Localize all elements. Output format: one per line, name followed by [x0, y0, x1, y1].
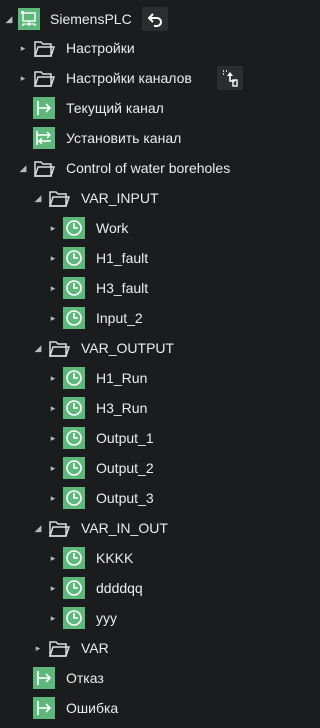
- tree-item-label: Output_3: [96, 490, 154, 506]
- expand-arrow-icon[interactable]: ▸: [48, 463, 58, 473]
- tree-item-label: ddddqq: [96, 580, 143, 596]
- folder-icon: [48, 637, 70, 659]
- collapse-arrow-icon[interactable]: ◢: [33, 343, 43, 353]
- tree-item-variable[interactable]: ▸ H3_fault: [0, 273, 301, 303]
- expand-arrow-icon[interactable]: ▸: [48, 553, 58, 563]
- tree-item-label: Настройки каналов: [66, 70, 192, 86]
- tree-item-current-channel[interactable]: Текущий канал: [0, 93, 301, 123]
- clock-icon: [63, 547, 85, 569]
- tree-item-label: Work: [96, 220, 129, 236]
- tree-item-variable[interactable]: ▸ Output_1: [0, 423, 301, 453]
- channel-arrow-icon: [33, 667, 55, 689]
- tree-item-var-in-out[interactable]: ◢ VAR_IN_OUT: [0, 513, 301, 543]
- expand-arrow-icon[interactable]: ▸: [18, 73, 28, 83]
- tree-item-label: VAR_OUTPUT: [81, 340, 175, 356]
- collapse-arrow-icon[interactable]: ◢: [18, 163, 28, 173]
- clock-icon: [63, 427, 85, 449]
- clock-icon: [63, 307, 85, 329]
- tree-item-label: VAR_IN_OUT: [81, 520, 168, 536]
- tree-item-label: VAR: [81, 640, 109, 656]
- tree-item-variable[interactable]: ▸ Output_3: [0, 483, 301, 513]
- tree-item-label: Установить канал: [66, 130, 182, 146]
- expand-arrow-icon[interactable]: ▸: [48, 253, 58, 263]
- tree-root-siemensplc[interactable]: ◢ SiemensPLC: [0, 4, 301, 34]
- tree-item-label: Отказ: [66, 670, 104, 686]
- tree-item-label: Input_2: [96, 310, 143, 326]
- tree-item-variable[interactable]: ▸ H1_Run: [0, 363, 301, 393]
- folder-open-icon: [48, 187, 70, 209]
- plc-network-icon: [18, 8, 40, 30]
- tree-item-var-input[interactable]: ◢ VAR_INPUT: [0, 183, 301, 213]
- folder-open-icon: [48, 337, 70, 359]
- tree-item-label: H3_fault: [96, 280, 149, 296]
- clock-icon: [63, 607, 85, 629]
- expand-arrow-icon[interactable]: ▸: [48, 583, 58, 593]
- expand-arrow-icon[interactable]: ▸: [48, 613, 58, 623]
- folder-icon: [33, 67, 55, 89]
- tree-item-variable[interactable]: ▸ H1_fault: [0, 243, 301, 273]
- tree-item-channel-settings[interactable]: ▸ Настройки каналов: [0, 63, 301, 93]
- tree-item-label: Ошибка: [66, 700, 119, 716]
- back-button[interactable]: [142, 7, 168, 31]
- clock-icon: [63, 217, 85, 239]
- collapse-arrow-icon[interactable]: ◢: [33, 193, 43, 203]
- tree-item-variable[interactable]: ▸ ddddqq: [0, 573, 301, 603]
- tree-root-label: SiemensPLC: [50, 11, 132, 27]
- tree-item-variable[interactable]: ▸ Input_2: [0, 303, 301, 333]
- tree-item-label: VAR_INPUT: [81, 190, 159, 206]
- clock-icon: [63, 277, 85, 299]
- tree-item-settings[interactable]: ▸ Настройки: [0, 33, 301, 63]
- clock-icon: [63, 577, 85, 599]
- tree-item-var-output[interactable]: ◢ VAR_OUTPUT: [0, 333, 301, 363]
- tree-item-label: Control of water boreholes: [66, 160, 231, 176]
- expand-arrow-icon[interactable]: ▸: [48, 373, 58, 383]
- set-channel-icon: [33, 127, 55, 149]
- folder-open-icon: [33, 157, 55, 179]
- expand-arrow-icon[interactable]: ▸: [18, 43, 28, 53]
- project-tree: ◢ SiemensPLC ▸ Настройки ▸ Настройки кан…: [0, 0, 301, 728]
- tree-item-label: Текущий канал: [66, 100, 164, 116]
- collapse-arrow-icon[interactable]: ◢: [33, 523, 43, 533]
- tree-item-label: H3_Run: [96, 400, 148, 416]
- folder-icon: [33, 37, 55, 59]
- expand-arrow-icon[interactable]: ▸: [48, 493, 58, 503]
- collapse-arrow-icon[interactable]: ◢: [4, 14, 14, 24]
- tree-item-label: yyy: [96, 610, 117, 626]
- channel-arrow-icon: [33, 97, 55, 119]
- tree-item-label: Output_1: [96, 430, 154, 446]
- channel-arrow-icon: [33, 697, 55, 719]
- tree-item-error[interactable]: Ошибка: [0, 693, 301, 723]
- tree-item-variable[interactable]: ▸ yyy: [0, 603, 301, 633]
- tree-item-label: Output_2: [96, 460, 154, 476]
- tree-item-label: Настройки: [66, 40, 135, 56]
- folder-open-icon: [48, 517, 70, 539]
- expand-arrow-icon[interactable]: ▸: [48, 313, 58, 323]
- channel-pick-button[interactable]: [217, 66, 243, 90]
- tree-item-set-channel[interactable]: Установить канал: [0, 123, 301, 153]
- expand-arrow-icon[interactable]: ▸: [33, 643, 43, 653]
- tree-item-var[interactable]: ▸ VAR: [0, 633, 301, 663]
- tree-item-failure[interactable]: Отказ: [0, 663, 301, 693]
- tree-item-label: KKKK: [96, 550, 134, 566]
- tree-item-label: H1_fault: [96, 250, 149, 266]
- tree-item-variable[interactable]: ▸ H3_Run: [0, 393, 301, 423]
- clock-icon: [63, 367, 85, 389]
- tree-item-variable[interactable]: ▸ KKKK: [0, 543, 301, 573]
- channel-pick-icon: [223, 70, 238, 87]
- tree-item-variable[interactable]: ▸ Work: [0, 213, 301, 243]
- expand-arrow-icon[interactable]: ▸: [48, 283, 58, 293]
- clock-icon: [63, 457, 85, 479]
- clock-icon: [63, 487, 85, 509]
- tree-item-variable[interactable]: ▸ Output_2: [0, 453, 301, 483]
- tree-item-program[interactable]: ◢ Control of water boreholes: [0, 153, 301, 183]
- back-arrow-icon: [147, 13, 162, 27]
- expand-arrow-icon[interactable]: ▸: [48, 223, 58, 233]
- clock-icon: [63, 247, 85, 269]
- clock-icon: [63, 397, 85, 419]
- expand-arrow-icon[interactable]: ▸: [48, 433, 58, 443]
- expand-arrow-icon[interactable]: ▸: [48, 403, 58, 413]
- tree-item-label: H1_Run: [96, 370, 148, 386]
